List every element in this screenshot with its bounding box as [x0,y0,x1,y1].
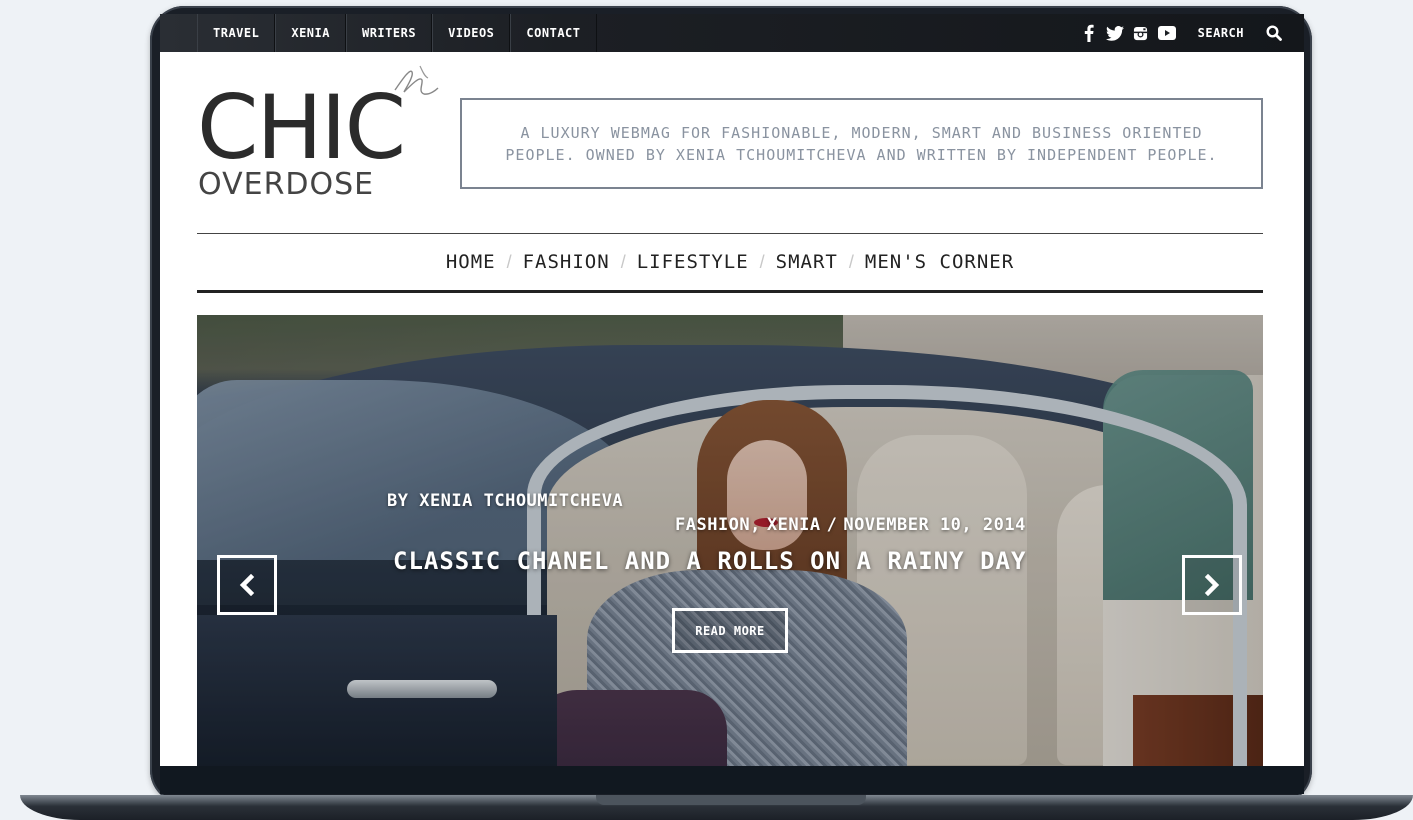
screen-bottom-bar [160,766,1304,794]
twitter-icon[interactable] [1102,14,1128,52]
nav-separator: / [759,251,765,272]
top-nav-contact[interactable]: CONTACT [510,14,597,52]
tagline-line-2: PEOPLE. OWNED BY XENIA TCHOUMITCHEVA AND… [505,145,1218,164]
nav-separator: / [620,251,626,272]
top-nav-videos[interactable]: VIDEOS [432,14,511,52]
main-nav-home[interactable]: HOME [446,251,496,273]
youtube-icon[interactable] [1154,14,1180,52]
slide-category-fashion[interactable]: FASHION, [675,515,761,535]
top-nav-travel[interactable]: TRAVEL [197,14,276,52]
tagline-line-1: A LUXURY WEBMAG FOR FASHIONABLE, MODERN,… [520,123,1203,142]
site-tagline: A LUXURY WEBMAG FOR FASHIONABLE, MODERN,… [460,98,1263,189]
top-nav-xenia[interactable]: XENIA [275,14,346,52]
main-nav-smart[interactable]: SMART [776,251,838,273]
slide-meta-separator: / [826,515,838,535]
site-logo[interactable]: CHIC OVERDOSE [197,84,412,209]
main-nav: HOME / FASHION / LIFESTYLE / SMART / MEN… [197,234,1263,290]
nav-separator: / [848,251,854,272]
slide-category-xenia[interactable]: XENIA [767,515,821,535]
top-nav: TRAVEL XENIA WRITERS VIDEOS CONTACT [197,14,597,52]
featured-slider: BY XENIA TCHOUMITCHEVA FASHION, XENIA / … [197,315,1263,766]
slider-next-button[interactable] [1182,555,1242,615]
main-nav-lifestyle[interactable]: LIFESTYLE [637,251,749,273]
chevron-left-icon [239,574,255,596]
nav-separator: / [506,251,512,272]
logo-sub-text: OVERDOSE [198,167,375,202]
signature-mark [394,65,439,95]
search-icon[interactable] [1244,14,1304,52]
search-label[interactable]: SEARCH [1198,26,1244,40]
laptop-notch [596,795,866,805]
slide-date: NOVEMBER 10, 2014 [843,515,1026,535]
slide-meta: FASHION, XENIA / NOVEMBER 10, 2014 [675,515,1026,535]
slide-title[interactable]: CLASSIC CHANEL AND A ROLLS ON A RAINY DA… [393,547,1026,575]
chevron-right-icon [1204,574,1220,596]
read-more-button[interactable]: READ MORE [672,608,788,653]
main-nav-mens-corner[interactable]: MEN'S CORNER [865,251,1014,273]
slide-author[interactable]: BY XENIA TCHOUMITCHEVA [387,491,623,511]
nav-rule-bottom [197,290,1263,293]
main-nav-fashion[interactable]: FASHION [523,251,610,273]
top-bar: TRAVEL XENIA WRITERS VIDEOS CONTACT SEAR… [160,14,1304,52]
social-links: SEARCH [1076,14,1304,52]
top-nav-writers[interactable]: WRITERS [345,14,433,52]
browser-screen: TRAVEL XENIA WRITERS VIDEOS CONTACT SEAR… [160,14,1304,766]
instagram-icon[interactable] [1128,14,1154,52]
logo-main-text: CHIC [197,76,406,179]
facebook-icon[interactable] [1076,14,1102,52]
slider-prev-button[interactable] [217,555,277,615]
